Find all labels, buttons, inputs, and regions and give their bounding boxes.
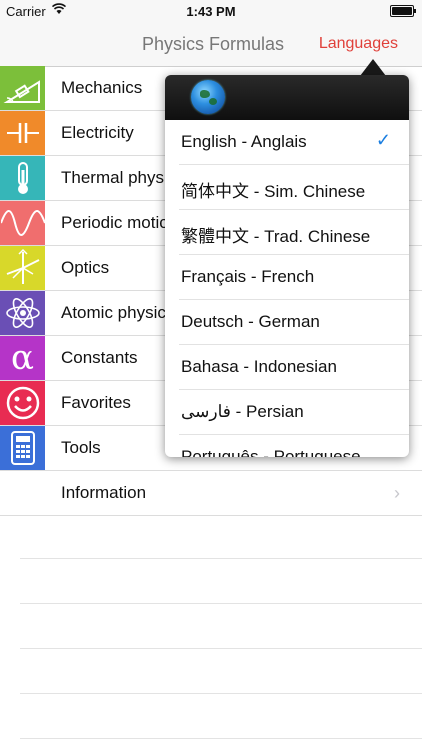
- status-bar: Carrier 1:43 PM: [0, 0, 422, 22]
- menu-item-label: Atomic physic: [61, 303, 166, 322]
- navigation-bar: Physics Formulas Languages: [0, 22, 422, 67]
- menu-item-information[interactable]: Information ›: [0, 471, 422, 516]
- language-label: Français - French: [181, 267, 315, 286]
- language-option-persian[interactable]: فارسی - Persian: [179, 390, 409, 435]
- language-label: فارسی - Persian: [181, 402, 304, 421]
- menu-item-label: Thermal phys: [61, 168, 164, 187]
- calculator-icon: [0, 426, 45, 470]
- information-icon: [0, 471, 45, 515]
- language-option-english[interactable]: English - Anglais ✓: [179, 120, 409, 165]
- language-option-traditional-chinese[interactable]: 繁體中文 - Trad. Chinese: [179, 210, 409, 255]
- menu-item-label: Periodic motic: [61, 213, 168, 232]
- menu-item-label: Tools: [61, 438, 101, 457]
- menu-item-label: Favorites: [61, 393, 131, 412]
- empty-row-separator: [20, 558, 422, 559]
- language-option-portuguese[interactable]: Português - Portuguese: [179, 435, 409, 457]
- popover-arrow: [360, 59, 386, 76]
- atom-icon: [0, 291, 45, 335]
- language-label: English - Anglais: [181, 132, 307, 151]
- checkmark-icon: ✓: [375, 130, 391, 150]
- page-title: Physics Formulas: [142, 34, 285, 54]
- language-option-french[interactable]: Français - French: [179, 255, 409, 300]
- chevron-right-icon: ›: [394, 483, 400, 503]
- language-option-simplified-chinese[interactable]: 简体中文 - Sim. Chinese: [179, 165, 409, 210]
- language-label: Português - Portuguese: [181, 447, 361, 457]
- alpha-icon: α: [0, 336, 45, 380]
- optics-icon: [0, 246, 45, 290]
- wave-icon: [0, 201, 45, 245]
- menu-item-label: Information: [61, 483, 147, 502]
- mechanics-icon: [0, 66, 45, 110]
- language-label: Deutsch - German: [181, 312, 320, 331]
- language-list: English - Anglais ✓ 简体中文 - Sim. Chinese …: [165, 120, 409, 457]
- popover-header: [165, 75, 409, 120]
- languages-popover: English - Anglais ✓ 简体中文 - Sim. Chinese …: [165, 75, 409, 457]
- globe-icon: [191, 80, 225, 114]
- empty-row-separator: [20, 603, 422, 604]
- empty-row-separator: [20, 693, 422, 694]
- menu-item-label: Mechanics: [61, 78, 143, 97]
- empty-row-separator: [20, 648, 422, 649]
- menu-item-label: Constants: [61, 348, 138, 367]
- battery-icon: [390, 5, 416, 17]
- smiley-icon: [0, 381, 45, 425]
- capacitor-icon: [0, 111, 45, 155]
- language-option-german[interactable]: Deutsch - German: [179, 300, 409, 345]
- language-label: Bahasa - Indonesian: [181, 357, 337, 376]
- empty-row-separator: [20, 738, 422, 739]
- menu-item-label: Optics: [61, 258, 110, 277]
- language-option-indonesian[interactable]: Bahasa - Indonesian: [179, 345, 409, 390]
- clock: 1:43 PM: [186, 4, 236, 19]
- language-label: 繁體中文 - Trad. Chinese: [181, 227, 371, 246]
- languages-button[interactable]: Languages: [319, 35, 398, 53]
- menu-item-label: Electricity: [61, 123, 134, 142]
- thermometer-icon: [0, 156, 45, 200]
- language-label: 简体中文 - Sim. Chinese: [181, 182, 366, 201]
